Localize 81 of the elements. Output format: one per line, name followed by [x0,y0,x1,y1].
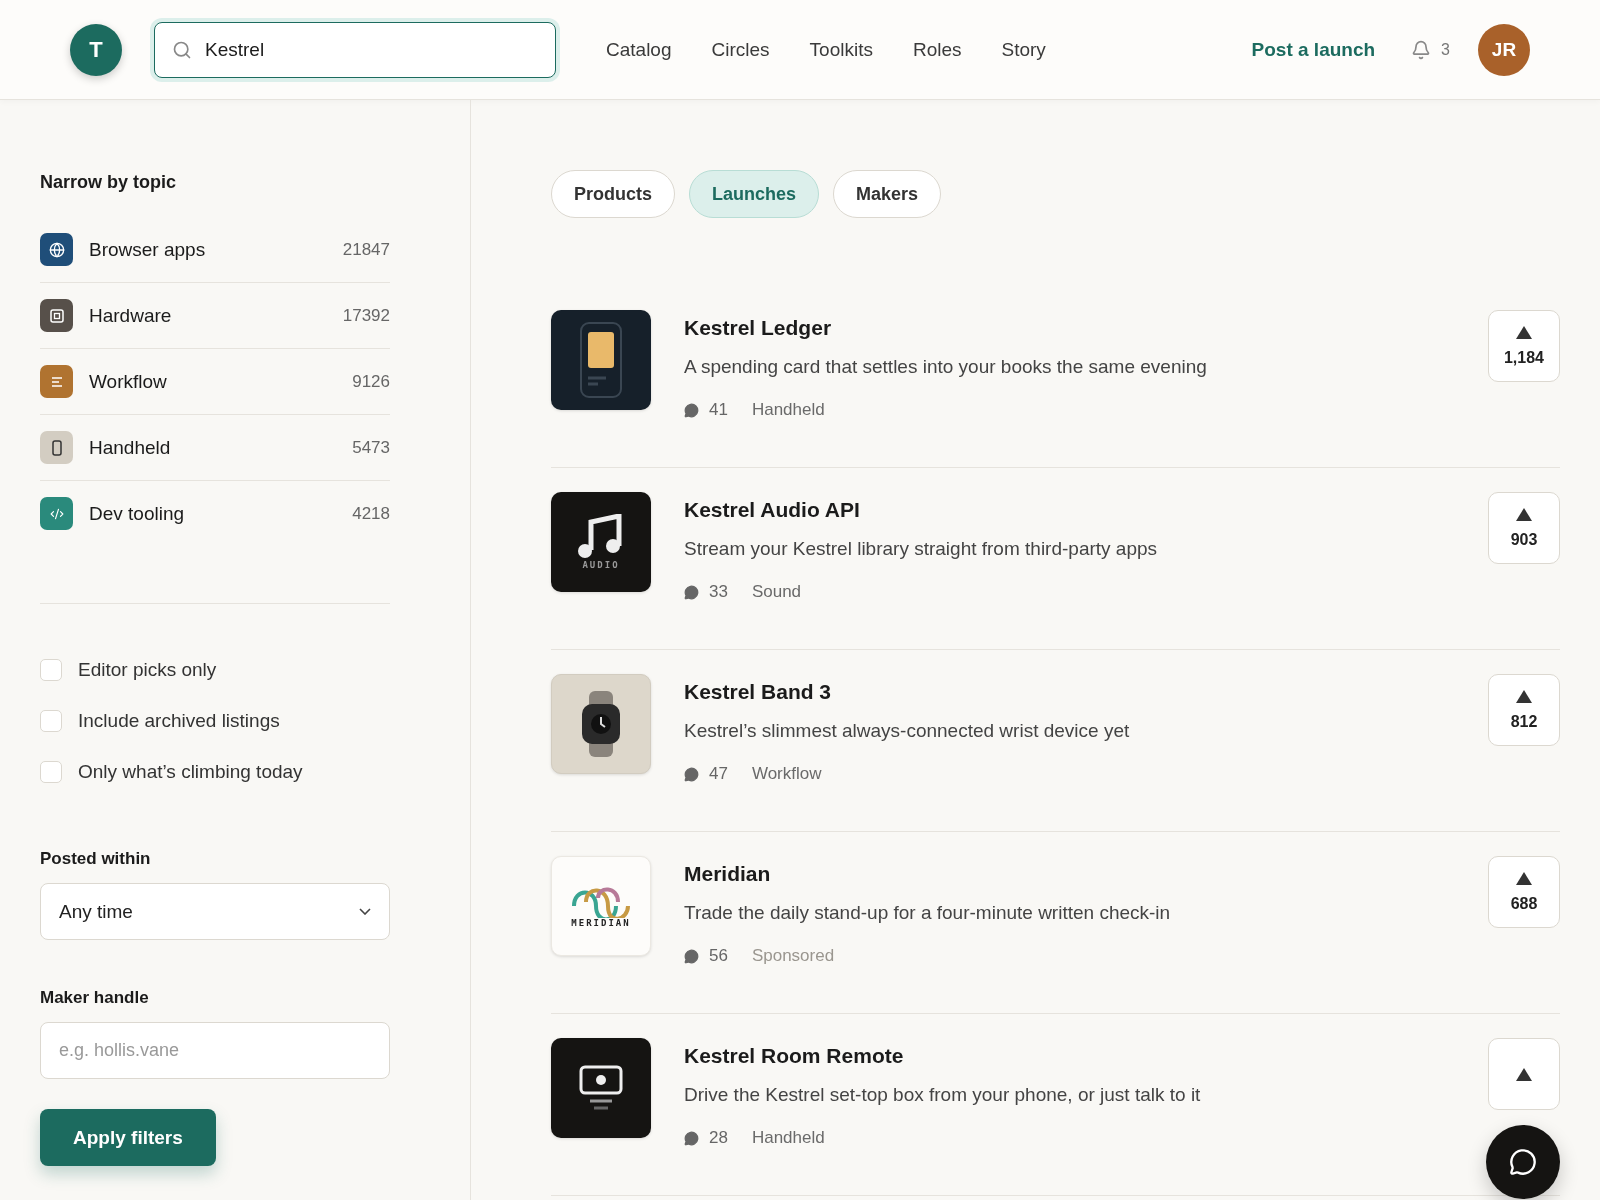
topic-label[interactable]: Browser apps [89,238,343,261]
topic-count: 9126 [352,371,390,392]
upvote-button[interactable]: 688 [1488,856,1560,928]
logo-text: AUDIO [582,560,620,570]
section-heading: Narrow by topic [40,172,178,193]
comment-count: 28 [709,1128,728,1148]
comment-icon [684,584,699,600]
nav-link[interactable]: Catalog [606,38,672,61]
watch-drawing [581,691,621,757]
launch-description: Stream your Kestrel library straight from third-party apps [684,538,1159,560]
launch-tag: Sound [751,582,802,602]
bell-icon [1411,39,1432,60]
field-label: Maker handle [40,988,150,1008]
launch-tag: Handheld [751,400,825,420]
tab[interactable]: Products [551,170,675,218]
triangle-up-icon [1516,1067,1532,1081]
upvote-button[interactable] [1488,1038,1560,1110]
tab[interactable]: Makers [833,170,942,218]
upvote-button[interactable]: 1,184 [1488,310,1560,382]
launch-description: Drive the Kestrel set-top box from your phone, or just talk to it [684,1084,1202,1106]
launch-title[interactable]: Kestrel Ledger [684,316,1488,340]
launch-title[interactable]: Kestrel Band 3 [684,680,1488,704]
chevron-icon [359,908,371,915]
launch-tag: Handheld [751,1128,825,1148]
launch-tag: Sponsored [751,946,835,966]
search-icon [172,39,192,60]
maker-handle-field[interactable]: e.g. hollis.vane [40,1022,390,1079]
waves-drawing [570,884,632,918]
posted-within-select[interactable]: Any time [40,883,390,940]
topic-label[interactable]: Workflow [89,370,353,393]
field-label: Posted within [40,849,152,869]
launch-description: Kestrel’s slimmest always-connected wrist device yet [684,720,1131,742]
triangle-up-icon [1516,689,1532,703]
chat-icon [1509,1148,1537,1176]
upvote-button[interactable]: 812 [1488,674,1560,746]
topic-count: 4218 [352,503,390,524]
launch-title[interactable]: Kestrel Audio API [684,498,1488,522]
logo-text: MERIDIAN [571,918,631,928]
upvote-button[interactable]: 903 [1488,492,1560,564]
topic-count: 17392 [342,305,390,326]
user-avatar[interactable]: JR [1478,23,1530,76]
checkbox-label: Only what’s climbing today [78,760,303,783]
chat-button[interactable] [1486,1125,1560,1199]
checkbox[interactable] [40,760,62,783]
topic-label[interactable]: Hardware [89,304,343,327]
notifications-button[interactable]: 3 [1411,39,1450,60]
post-launch-link[interactable]: Post a launch [1251,38,1376,61]
launch-description: A spending card that settles into your books the same evening [684,356,1208,378]
comment-count: 41 [709,400,728,420]
site-logo[interactable]: T [70,23,122,76]
checkbox-label: Include archived listings [78,709,280,732]
comment-count: 33 [709,582,728,602]
checkbox[interactable] [40,658,62,681]
nav-link[interactable]: Story [1001,38,1046,61]
comment-count: 56 [709,946,728,966]
nav-link[interactable]: Circles [711,38,770,61]
checkbox-label: Editor picks only [78,658,217,681]
comment-icon [684,1130,699,1146]
music-note-icon [577,514,625,560]
topic-count: 5473 [352,437,390,458]
nav-link[interactable]: Toolkits [809,38,873,61]
comment-icon [684,766,699,782]
search-field[interactable]: Kestrel [154,21,556,78]
screen-drawing [579,1065,623,1111]
topic-count: 21847 [342,239,390,260]
checkbox[interactable] [40,709,62,732]
comment-icon [684,948,699,964]
comment-count: 47 [709,764,728,784]
topic-label[interactable]: Dev tooling [89,502,353,525]
apply-filters-button[interactable]: Apply filters [40,1109,216,1166]
launch-description: Trade the daily stand-up for a four-minute written check-in [684,902,1172,924]
topic-label[interactable]: Handheld [89,436,353,459]
triangle-up-icon [1516,507,1532,521]
launch-title[interactable]: Kestrel Room Remote [684,1044,1488,1068]
launch-tag: Workflow [751,764,822,784]
triangle-up-icon [1516,325,1532,339]
nav-link[interactable]: Roles [912,38,962,61]
launch-title[interactable]: Meridian [684,862,1488,886]
comment-icon [684,402,699,418]
triangle-up-icon [1516,871,1532,885]
tab[interactable]: Launches [689,170,820,218]
